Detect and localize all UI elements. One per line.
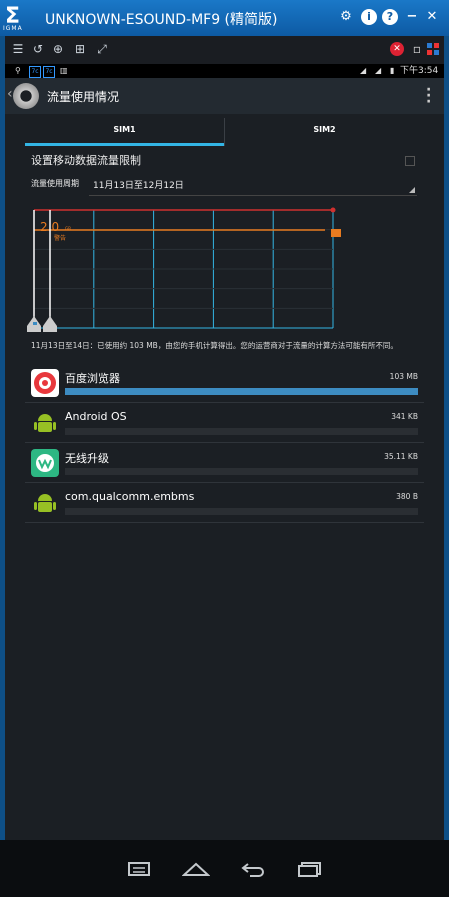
usage-cycle-label: 流量使用周期 bbox=[31, 179, 79, 188]
page-title: 流量使用情况 bbox=[47, 90, 120, 104]
usage-chart[interactable]: 2.0 GB 警告 bbox=[25, 204, 345, 334]
back-icon[interactable] bbox=[238, 859, 268, 881]
zoom-icon[interactable]: ⊕ bbox=[51, 42, 65, 56]
mute-icon[interactable]: ✕ bbox=[390, 42, 404, 56]
rotate-icon[interactable]: ↺ bbox=[31, 42, 45, 56]
end-sweep-handle[interactable] bbox=[43, 316, 57, 332]
minimize-icon[interactable]: − bbox=[404, 9, 420, 25]
tab-sim2[interactable]: SIM2 bbox=[225, 118, 424, 146]
overflow-menu-icon[interactable]: · · · bbox=[426, 83, 431, 109]
fullscreen-icon[interactable]: ⤢ bbox=[95, 42, 109, 56]
list-item[interactable]: Android OS 341 KB bbox=[25, 404, 424, 443]
action-bar: ‹ 流量使用情况 · · · bbox=[5, 78, 444, 114]
home-icon[interactable] bbox=[181, 859, 211, 881]
app-size: 103 MB bbox=[389, 372, 418, 381]
usage-progress bbox=[65, 428, 418, 435]
list-item[interactable]: 百度浏览器 103 MB bbox=[25, 364, 424, 403]
status-bar: ⚲ 7c 7c ▥ ◢ ◢ ▮ 下午3:54 bbox=[5, 64, 444, 78]
app-name: 无线升级 bbox=[65, 452, 109, 465]
clock: 下午3:54 bbox=[400, 66, 439, 76]
warning-handle[interactable] bbox=[331, 229, 341, 237]
multi-window-icon[interactable] bbox=[295, 859, 325, 881]
data-limit-checkbox[interactable] bbox=[405, 156, 415, 166]
android-icon bbox=[31, 489, 59, 517]
usage-cycle-spinner[interactable]: 11月13日至12月12日 bbox=[89, 178, 417, 196]
chart-grid bbox=[34, 210, 334, 329]
tab-sim1[interactable]: SIM1 bbox=[25, 118, 224, 146]
list-item[interactable]: com.qualcomm.embms 380 B bbox=[25, 484, 424, 523]
list-item[interactable]: 无线升级 35.11 KB bbox=[25, 444, 424, 483]
usage-caption: 11月13日至14日：已使用约 103 MB，由您的手机计算得出。您的运营商对于… bbox=[31, 341, 398, 350]
usage-progress bbox=[65, 468, 418, 475]
usage-bar bbox=[33, 322, 37, 325]
usage-progress bbox=[65, 388, 418, 395]
recent-apps-icon[interactable] bbox=[124, 859, 154, 881]
battery-icon: ▮ bbox=[390, 66, 395, 75]
search-icon: ⚲ bbox=[15, 66, 21, 75]
app-name: 百度浏览器 bbox=[65, 372, 120, 385]
help-icon[interactable]: ? bbox=[382, 9, 398, 25]
usage-cycle-setting: 流量使用周期 11月13日至12月12日 bbox=[31, 178, 421, 198]
signal-icon: ◢ bbox=[360, 66, 367, 75]
emulator-toolbar: ☰ ↺ ⊕ ⊞ ⤢ ✕ ▫ bbox=[5, 36, 444, 64]
app-size: 341 KB bbox=[391, 412, 418, 421]
notification-icon: 7c bbox=[29, 66, 41, 78]
barcode-icon: ▥ bbox=[60, 66, 68, 75]
back-chevron-icon[interactable]: ‹ bbox=[7, 86, 13, 102]
app-size: 35.11 KB bbox=[384, 452, 418, 461]
list-icon[interactable]: ☰ bbox=[11, 42, 25, 56]
usage-cycle-value: 11月13日至12月12日 bbox=[93, 181, 184, 191]
warning-label: 警告 bbox=[54, 234, 66, 242]
settings-icon[interactable]: ⚙ bbox=[338, 9, 354, 25]
close-icon[interactable]: ✕ bbox=[424, 9, 440, 25]
notification-icon: 7c bbox=[43, 66, 55, 78]
data-limit-label: 设置移动数据流量限制 bbox=[31, 154, 141, 167]
app-size: 380 B bbox=[396, 492, 418, 501]
signal-icon: ◢ bbox=[375, 66, 382, 75]
phone-screen: ⚲ 7c 7c ▥ ◢ ◢ ▮ 下午3:54 ‹ 流量使用情况 · · · SIM1… bbox=[5, 64, 444, 840]
spinner-arrow-icon bbox=[409, 187, 415, 193]
app-name: com.qualcomm.embms bbox=[65, 490, 195, 503]
settings-app-icon[interactable] bbox=[13, 83, 39, 109]
sigma-logo-text: IGMA bbox=[3, 25, 23, 32]
grid-icon[interactable] bbox=[426, 42, 440, 56]
window-title: UNKNOWN-ESOUND-MF9 (精简版) bbox=[45, 12, 278, 28]
navigation-bar bbox=[0, 840, 449, 897]
sim-tabs: SIM1 SIM2 bbox=[25, 118, 424, 146]
limit-handle[interactable] bbox=[330, 207, 336, 213]
baidu-browser-icon bbox=[31, 369, 59, 397]
app-name: Android OS bbox=[65, 410, 127, 423]
usage-progress bbox=[65, 508, 418, 515]
data-limit-setting[interactable]: 设置移动数据流量限制 bbox=[31, 152, 421, 174]
android-icon bbox=[31, 409, 59, 437]
screenshot-icon[interactable]: ⊞ bbox=[73, 42, 87, 56]
usage-progress-fill bbox=[65, 388, 418, 395]
info-icon[interactable]: i bbox=[361, 9, 377, 25]
warning-unit: GB bbox=[65, 226, 71, 231]
window-icon[interactable]: ▫ bbox=[410, 42, 424, 56]
wireless-update-icon bbox=[31, 449, 59, 477]
window-titlebar: Σ IGMA UNKNOWN-ESOUND-MF9 (精简版) ⚙ i ? − … bbox=[0, 0, 449, 36]
